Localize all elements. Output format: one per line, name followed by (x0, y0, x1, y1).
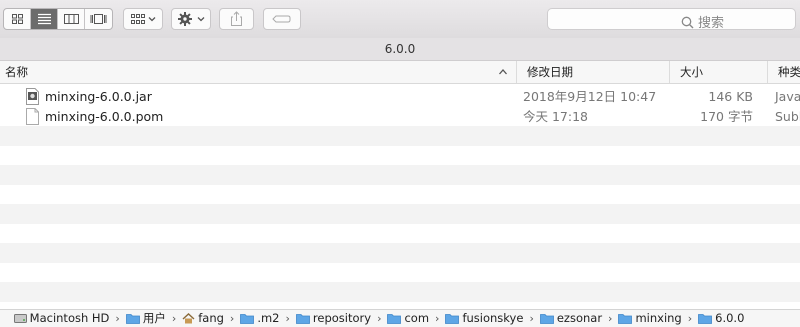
file-size: 146 KB (708, 89, 753, 104)
sort-ascending-icon[interactable] (498, 67, 508, 77)
path-item-repository[interactable]: repository (296, 310, 371, 327)
chevron-right-icon: › (687, 312, 693, 325)
column-header-size[interactable]: 大小 (669, 61, 767, 83)
path-item-label: 6.0.0 (715, 311, 745, 325)
chevron-down-icon (148, 17, 156, 22)
arrange-grid-icon (131, 14, 156, 24)
document-icon (26, 107, 39, 125)
file-date: 2018年9月12日 10:47 (523, 89, 657, 104)
path-item-macintosh-hd[interactable]: Macintosh HD (13, 310, 110, 327)
hard-drive-icon (13, 314, 27, 323)
path-item-fang[interactable]: fang (182, 310, 224, 327)
list-item-pom[interactable]: minxing-6.0.0.pom 今天 17:18 170 字节 Subl (0, 107, 800, 127)
folder-icon (296, 314, 310, 324)
file-kind: Java (775, 89, 800, 104)
share-icon (231, 11, 242, 26)
list-view-button[interactable] (31, 9, 58, 29)
chevron-right-icon: › (377, 312, 382, 325)
file-name: minxing-6.0.0.jar (45, 89, 152, 104)
tag-icon (272, 15, 291, 23)
columns-icon (64, 14, 79, 24)
empty-row (0, 126, 800, 146)
file-list: minxing-6.0.0.jar 2018年9月12日 10:47 146 K… (0, 87, 800, 302)
column-header: 名称 修改日期 大小 种类 (0, 61, 800, 84)
chevron-right-icon: › (529, 312, 534, 325)
file-kind: Subl (775, 108, 800, 124)
empty-row (0, 224, 800, 244)
column-view-button[interactable] (58, 9, 85, 29)
empty-row (0, 263, 800, 283)
path-item-6-0-0[interactable]: 6.0.0 (698, 310, 744, 327)
search-icon (681, 16, 694, 29)
cover-flow-button[interactable] (85, 9, 112, 29)
column-kind-label: 种类 (778, 65, 800, 79)
action-button[interactable] (171, 8, 211, 30)
list-item-jar[interactable]: minxing-6.0.0.jar 2018年9月12日 10:47 146 K… (0, 87, 800, 107)
folder-icon (698, 314, 713, 324)
path-item-m2[interactable]: .m2 (240, 310, 280, 327)
chevron-down-icon (197, 17, 205, 22)
empty-row (0, 282, 800, 302)
column-header-name[interactable]: 名称 (0, 61, 516, 83)
search-field[interactable]: 搜索 (547, 8, 796, 31)
chevron-right-icon: › (171, 312, 177, 325)
path-item-label: .m2 (257, 311, 280, 325)
column-header-date[interactable]: 修改日期 (516, 61, 669, 83)
path-item-label: repository (312, 311, 372, 325)
icon-view-button[interactable] (4, 9, 31, 29)
folder-icon (240, 314, 255, 324)
path-item-ezsonar[interactable]: ezsonar (539, 310, 603, 327)
arrange-button[interactable] (123, 8, 163, 30)
list-icon (38, 13, 51, 25)
empty-row (0, 204, 800, 224)
column-header-kind[interactable]: 种类 (767, 61, 800, 83)
empty-row (0, 243, 800, 263)
grid-icon (12, 14, 23, 24)
file-date: 今天 17:18 (523, 108, 588, 124)
empty-row (0, 165, 800, 185)
empty-row (0, 146, 800, 166)
cover-flow-icon (90, 14, 107, 24)
empty-row (0, 185, 800, 205)
search-placeholder: 搜索 (698, 16, 725, 31)
path-item-com[interactable]: com (387, 310, 429, 327)
path-item-label: Macintosh HD (29, 311, 110, 325)
home-icon (182, 313, 195, 324)
folder-icon (387, 314, 402, 324)
jar-file-icon (26, 88, 39, 105)
path-item-label: fang (198, 311, 224, 325)
file-size: 170 字节 (700, 108, 753, 124)
path-item-label: fusionskye (462, 311, 524, 325)
folder-icon (445, 314, 460, 324)
folder-icon (618, 314, 633, 324)
toolbar: 搜索 (0, 0, 800, 39)
path-bar: Macintosh HD › 用户 › fang › .m2 › reposit… (0, 309, 800, 327)
path-item-fusionskye[interactable]: fusionskye (445, 310, 523, 327)
chevron-right-icon: › (435, 312, 440, 325)
tags-button[interactable] (263, 8, 301, 30)
column-date-label: 修改日期 (527, 65, 573, 79)
path-item-label: minxing (635, 311, 682, 325)
path-item-label: ezsonar (556, 311, 603, 325)
chevron-right-icon: › (229, 312, 235, 325)
path-item-minxing[interactable]: minxing (618, 310, 682, 327)
folder-icon (539, 314, 554, 324)
path-item-label: com (404, 311, 430, 325)
path-item-label: 用户 (142, 311, 166, 325)
path-item-users[interactable]: 用户 (125, 310, 166, 327)
file-name: minxing-6.0.0.pom (45, 108, 164, 124)
folder-title-bar: 6.0.0 (0, 38, 800, 61)
folder-title: 6.0.0 (384, 42, 416, 56)
column-name-label: 名称 (5, 65, 28, 79)
folder-icon (125, 314, 140, 324)
chevron-right-icon: › (285, 312, 290, 325)
chevron-right-icon: › (115, 312, 120, 325)
gear-icon (178, 12, 205, 26)
view-mode-control (3, 8, 113, 30)
column-size-label: 大小 (680, 65, 703, 79)
chevron-right-icon: › (608, 312, 613, 325)
share-button[interactable] (219, 8, 254, 30)
